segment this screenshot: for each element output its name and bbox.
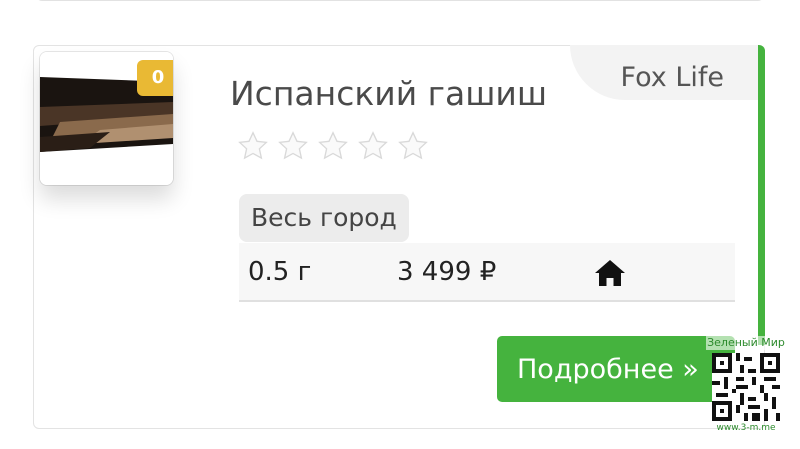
offer-row[interactable]: 0.5 г 3 499 ₽	[239, 243, 735, 302]
offer-price: 3 499 ₽	[397, 257, 497, 287]
seller-name: Fox Life	[620, 62, 724, 93]
watermark-url: www.3-m.me	[716, 423, 776, 433]
previous-card-edge	[36, 0, 764, 1]
watermark: Зеленый Мир www.3-m.me	[706, 336, 786, 444]
product-card: Fox Life 0 Испанский гашиш Весь город 0.…	[33, 45, 765, 429]
details-button[interactable]: Подробнее »	[497, 336, 735, 402]
product-thumbnail[interactable]: 0	[40, 52, 173, 185]
stock-count-badge: 0	[137, 60, 173, 96]
watermark-title: Зеленый Мир	[706, 336, 786, 350]
home-icon	[595, 260, 625, 286]
star-icon[interactable]	[237, 130, 269, 162]
qr-code-icon	[712, 353, 780, 421]
offer-quantity: 0.5 г	[248, 257, 312, 287]
star-icon[interactable]	[357, 130, 389, 162]
card-accent-bar	[758, 45, 765, 345]
seller-tag[interactable]: Fox Life	[570, 45, 758, 100]
rating-stars[interactable]	[237, 130, 429, 162]
region-badge: Весь город	[239, 194, 409, 242]
star-icon[interactable]	[277, 130, 309, 162]
star-icon[interactable]	[397, 130, 429, 162]
product-title[interactable]: Испанский гашиш	[230, 74, 547, 113]
star-icon[interactable]	[317, 130, 349, 162]
